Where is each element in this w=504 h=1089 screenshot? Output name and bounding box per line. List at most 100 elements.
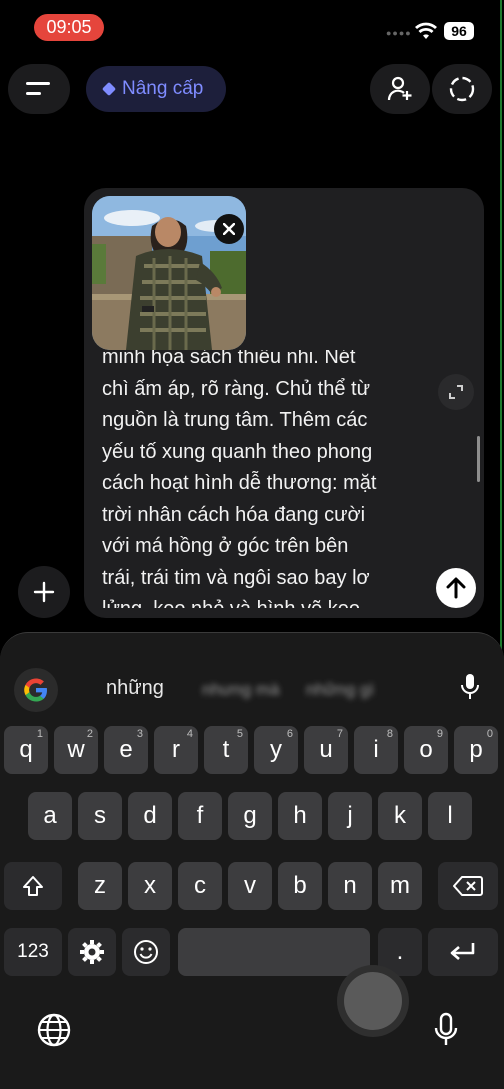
prompt-line: nguồn là trung tâm. Thêm các (102, 409, 368, 431)
key-z[interactable]: z (78, 862, 122, 910)
menu-button[interactable] (8, 64, 70, 114)
key-label: e (119, 736, 133, 763)
prompt-text: minh họa sách thiếu nhi. Nét chì ấm áp, … (102, 350, 376, 608)
key-h[interactable]: h (278, 792, 322, 840)
key-label: r (172, 736, 180, 763)
period-key[interactable]: . (378, 928, 422, 976)
backspace-key[interactable] (438, 862, 498, 910)
key-v[interactable]: v (228, 862, 272, 910)
key-hint: 8 (386, 728, 393, 740)
settings-key[interactable] (68, 928, 116, 976)
key-u[interactable]: u7 (304, 726, 348, 774)
key-s[interactable]: s (78, 792, 122, 840)
key-g[interactable]: g (228, 792, 272, 840)
key-hint: 1 (36, 728, 43, 740)
dictation-button[interactable] (434, 1012, 458, 1053)
key-hint: 4 (186, 728, 193, 740)
gear-icon (80, 940, 104, 964)
dashed-circle-icon (449, 76, 475, 102)
key-j[interactable]: j (328, 792, 372, 840)
key-t[interactable]: t5 (204, 726, 248, 774)
prompt-line: trái, trái tim và ngôi sao bay lơ (102, 566, 370, 589)
upgrade-button[interactable]: Nâng cấp (86, 66, 226, 112)
key-hint: 7 (336, 728, 343, 740)
wifi-icon (415, 22, 437, 39)
attached-photo[interactable] (92, 196, 246, 350)
prompt-line: minh họa sách thiếu nhi. Nét (102, 350, 356, 368)
emoji-key[interactable] (122, 928, 170, 976)
language-button[interactable] (36, 1012, 72, 1053)
key-c[interactable]: c (178, 862, 222, 910)
shift-key[interactable] (4, 862, 62, 910)
key-l[interactable]: l (428, 792, 472, 840)
suggestion-word-2[interactable]: nhưng mà (202, 680, 280, 700)
key-label: y (270, 736, 282, 763)
key-p[interactable]: p0 (454, 726, 498, 774)
add-person-button[interactable] (370, 64, 430, 114)
prompt-line: trời nhân cách hóa đang cười (102, 503, 366, 526)
key-a[interactable]: a (28, 792, 72, 840)
plus-icon (33, 581, 55, 603)
key-label: u (319, 736, 333, 763)
suggestion-word[interactable]: những (106, 677, 164, 700)
diamond-icon (101, 81, 117, 97)
status-time: 09:05 (34, 14, 104, 41)
space-key[interactable] (178, 928, 370, 976)
upgrade-label: Nâng cấp (122, 78, 204, 99)
key-r[interactable]: r4 (154, 726, 198, 774)
prompt-line: yếu tố xung quanh theo phong (102, 440, 373, 463)
key-k[interactable]: k (378, 792, 422, 840)
key-label: i (373, 736, 379, 763)
key-hint: 3 (136, 728, 143, 740)
key-hint: 5 (236, 728, 243, 740)
key-label: q (19, 736, 33, 763)
expand-composer-button[interactable] (438, 374, 474, 410)
key-w[interactable]: w2 (54, 726, 98, 774)
google-logo-icon[interactable] (14, 668, 58, 712)
shift-icon (23, 876, 43, 896)
key-d[interactable]: d (128, 792, 172, 840)
key-e[interactable]: e3 (104, 726, 148, 774)
expand-icon (449, 385, 463, 399)
key-x[interactable]: x (128, 862, 172, 910)
enter-icon (450, 943, 475, 960)
prompt-text-area[interactable]: minh họa sách thiếu nhi. Nét chì ấm áp, … (102, 350, 402, 608)
key-hint: 9 (436, 728, 443, 740)
key-q[interactable]: q1 (4, 726, 48, 774)
menu-icon (26, 82, 50, 95)
key-label: p (469, 736, 483, 763)
prompt-line: lửng, kẹo nhỏ và hình vẽ kẹo (102, 594, 376, 608)
key-n[interactable]: n (328, 862, 372, 910)
key-label: t (222, 736, 230, 763)
add-person-icon (387, 76, 412, 101)
voice-input-button[interactable] (460, 673, 480, 706)
composer-scrollbar[interactable] (477, 436, 480, 482)
key-i[interactable]: i8 (354, 726, 398, 774)
on-screen-keyboard: những nhưng mà những gì (0, 632, 504, 1089)
numbers-key[interactable]: 123 (4, 928, 62, 976)
google-g-icon (24, 678, 47, 702)
key-y[interactable]: y6 (254, 726, 298, 774)
suggestion-word-3[interactable]: những gì (306, 680, 374, 700)
key-f[interactable]: f (178, 792, 222, 840)
remove-attachment-button[interactable] (214, 214, 244, 244)
message-composer[interactable]: minh họa sách thiếu nhi. Nét chì ấm áp, … (84, 188, 484, 618)
emoji-icon (134, 940, 158, 964)
key-m[interactable]: m (378, 862, 422, 910)
signal-dots-icon: ●●●● (386, 28, 412, 38)
key-b[interactable]: b (278, 862, 322, 910)
assistant-orb-button[interactable] (344, 972, 402, 1030)
temporary-chat-button[interactable] (432, 64, 492, 114)
key-hint: 0 (486, 728, 493, 740)
microphone-icon (461, 674, 479, 699)
add-attachment-button[interactable] (18, 566, 70, 618)
enter-key[interactable] (428, 928, 498, 976)
backspace-icon (453, 876, 483, 896)
key-label: w (67, 736, 85, 763)
microphone-icon (434, 1012, 458, 1045)
prompt-line: chì ấm áp, rõ ràng. Chủ thể từ (102, 377, 370, 400)
prompt-line: cách hoạt hình dễ thương: mặt (102, 472, 377, 494)
key-o[interactable]: o9 (404, 726, 448, 774)
send-button[interactable] (436, 568, 476, 608)
prompt-line: với má hồng ở góc trên bên (102, 535, 349, 557)
